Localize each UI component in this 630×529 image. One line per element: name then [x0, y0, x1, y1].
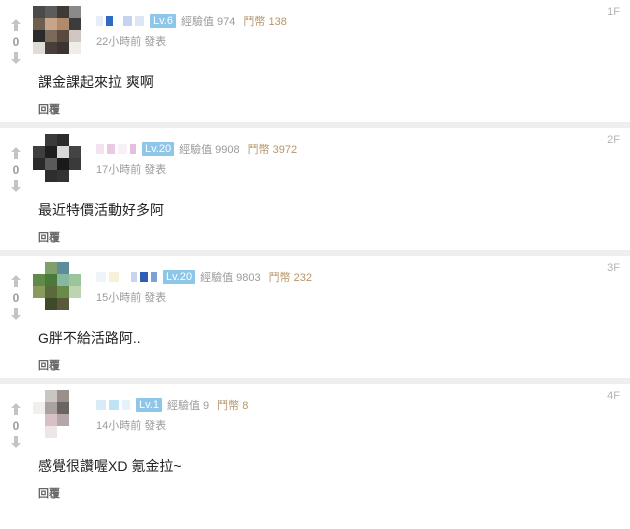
vote-column: 0 — [8, 274, 24, 321]
floor-number: 2F — [607, 134, 620, 146]
arrow-down-icon[interactable] — [8, 435, 24, 449]
arrow-up-icon[interactable] — [8, 18, 24, 32]
level-badge: Lv.6 — [150, 14, 176, 28]
floor-number: 4F — [607, 390, 620, 402]
reply-button[interactable]: 回覆 — [38, 229, 60, 245]
arrow-down-icon[interactable] — [8, 51, 24, 65]
vote-count: 0 — [12, 35, 20, 49]
arrow-up-icon[interactable] — [8, 146, 24, 160]
gp-value: 鬥幣 3972 — [247, 144, 298, 156]
avatar[interactable] — [33, 134, 81, 182]
floor-number: 1F — [607, 6, 620, 18]
reply-button[interactable]: 回覆 — [38, 101, 60, 117]
avatar[interactable] — [33, 262, 81, 310]
author-meta: Lv.20 經驗值 9803 鬥幣 232 — [96, 269, 312, 285]
comment-text: 最近特價活動好多阿 — [38, 202, 164, 218]
level-badge: Lv.20 — [142, 142, 175, 156]
vote-column: 0 — [8, 402, 24, 449]
vote-count: 0 — [12, 419, 20, 433]
floor-number: 3F — [607, 262, 620, 274]
arrow-down-icon[interactable] — [8, 179, 24, 193]
username[interactable] — [96, 272, 157, 282]
reply-button[interactable]: 回覆 — [38, 357, 60, 373]
comment-text: 課金課起來拉 爽啊 — [38, 74, 154, 90]
post-time: 15小時前 發表 — [96, 292, 167, 304]
arrow-down-icon[interactable] — [8, 307, 24, 321]
exp-value: 經驗值 9 — [166, 400, 210, 412]
level-badge: Lv.20 — [163, 270, 196, 284]
comment-item: 0 Lv.20 經驗值 9803 鬥幣 232 15小時前 發表 3F G胖不給… — [0, 256, 630, 384]
username[interactable] — [96, 144, 136, 154]
vote-count: 0 — [12, 163, 20, 177]
avatar[interactable] — [33, 390, 81, 438]
vote-count: 0 — [12, 291, 20, 305]
level-badge: Lv.1 — [136, 398, 162, 412]
arrow-up-icon[interactable] — [8, 402, 24, 416]
comment-item: 0 Lv.6 經驗值 974 鬥幣 138 22小時前 發表 1F 課金課起來拉… — [0, 0, 630, 128]
post-time: 14小時前 發表 — [96, 420, 167, 432]
gp-value: 鬥幣 8 — [217, 400, 249, 412]
gp-value: 鬥幣 232 — [268, 272, 313, 284]
author-meta: Lv.20 經驗值 9908 鬥幣 3972 — [96, 141, 297, 157]
post-time: 22小時前 發表 — [96, 36, 167, 48]
username[interactable] — [96, 16, 144, 26]
reply-button[interactable]: 回覆 — [38, 485, 60, 501]
exp-value: 經驗值 9803 — [200, 272, 261, 284]
comment-text: G胖不給活路阿.. — [38, 330, 141, 346]
vote-column: 0 — [8, 18, 24, 65]
comment-item: 0 Lv.1 經驗值 9 鬥幣 8 14小時前 發表 4F 感覺很讚喔XD 氪金… — [0, 384, 630, 517]
exp-value: 經驗值 9908 — [179, 144, 240, 156]
comment-item: 0 Lv.20 經驗值 9908 鬥幣 3972 17小時前 發表 2F 最近特… — [0, 128, 630, 256]
arrow-up-icon[interactable] — [8, 274, 24, 288]
comment-list: 0 Lv.6 經驗值 974 鬥幣 138 22小時前 發表 1F 課金課起來拉… — [0, 0, 630, 517]
avatar[interactable] — [33, 6, 81, 54]
gp-value: 鬥幣 138 — [243, 16, 287, 28]
author-meta: Lv.6 經驗值 974 鬥幣 138 — [96, 13, 287, 29]
vote-column: 0 — [8, 146, 24, 193]
exp-value: 經驗值 974 — [180, 16, 236, 28]
author-meta: Lv.1 經驗值 9 鬥幣 8 — [96, 397, 248, 413]
post-time: 17小時前 發表 — [96, 164, 167, 176]
username[interactable] — [96, 400, 130, 410]
comment-text: 感覺很讚喔XD 氪金拉~ — [38, 458, 182, 474]
